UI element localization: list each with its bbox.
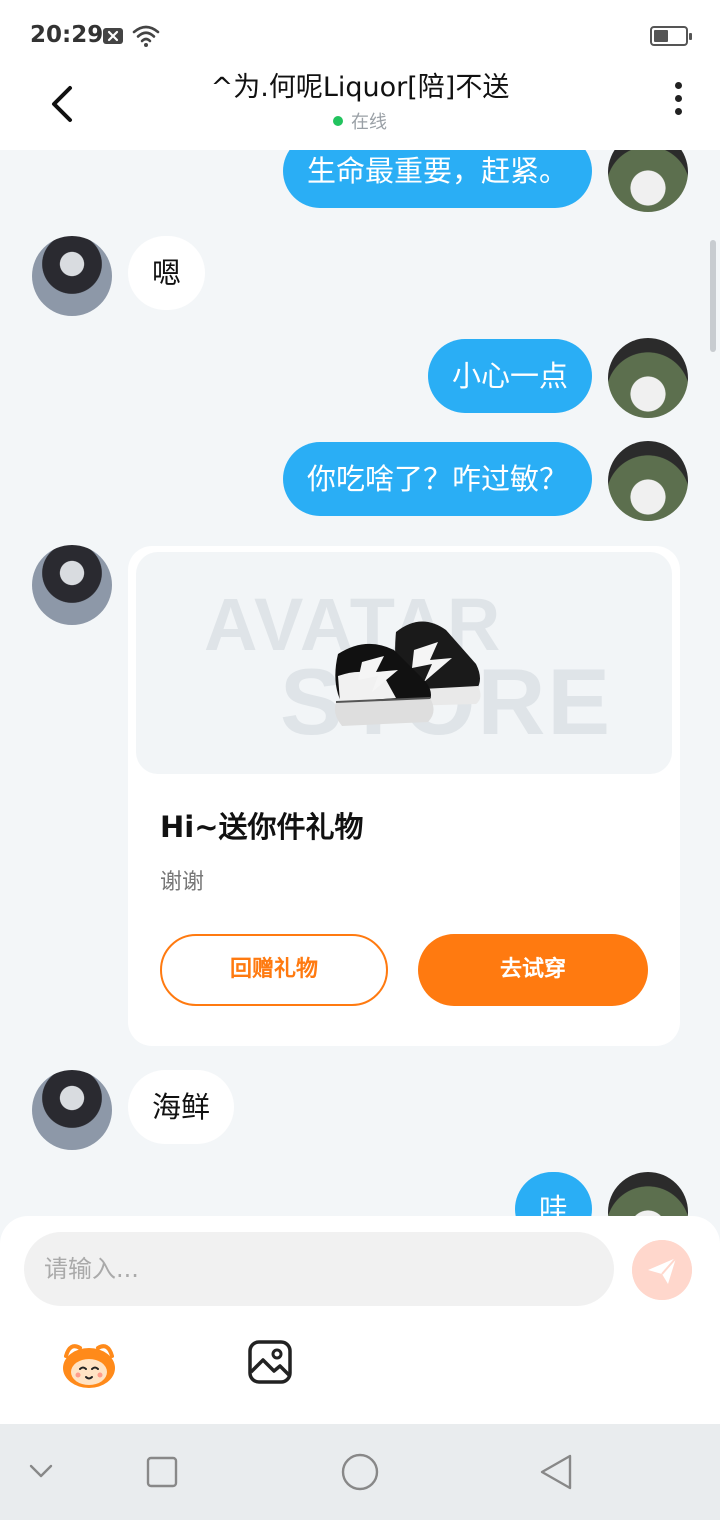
my-avatar[interactable] bbox=[608, 1172, 688, 1216]
gift-image[interactable]: AVATAR STORE bbox=[136, 552, 672, 774]
message-bubble-sent[interactable]: 生命最重要，赶紧。 bbox=[282, 150, 592, 208]
message-bubble-received[interactable]: 嗯 bbox=[128, 236, 206, 310]
status-bar: 20:29 bbox=[0, 0, 720, 70]
scrollbar[interactable] bbox=[710, 240, 716, 352]
online-status: 在线 bbox=[140, 108, 580, 134]
title-block: ^为.何呢Liquor[陪]不送 在线 bbox=[140, 70, 580, 134]
chat-message-list[interactable]: 生命最重要，赶紧。 嗯 小心一点 你吃啥了？咋过敏？ AVATAR STORE bbox=[0, 150, 720, 1216]
status-time: 20:29 bbox=[30, 22, 104, 48]
message-bubble-sent[interactable]: 你吃啥了？咋过敏？ bbox=[282, 442, 592, 516]
online-dot-icon bbox=[333, 116, 343, 126]
contact-avatar[interactable] bbox=[32, 545, 112, 625]
gift-description: 谢谢 bbox=[160, 870, 205, 895]
notification-icon bbox=[103, 28, 123, 44]
chat-title: ^为.何呢Liquor[陪]不送 bbox=[210, 72, 510, 103]
message-bubble-sent[interactable]: 小心一点 bbox=[427, 339, 592, 413]
sneaker-icon bbox=[334, 621, 481, 726]
emoji-mascot-icon[interactable] bbox=[58, 1336, 120, 1390]
try-on-button[interactable]: 去试穿 bbox=[418, 934, 648, 1006]
send-button[interactable] bbox=[632, 1240, 692, 1300]
online-status-label: 在线 bbox=[351, 112, 387, 133]
my-avatar[interactable] bbox=[608, 150, 688, 212]
input-panel bbox=[0, 1216, 720, 1424]
more-options-button[interactable] bbox=[672, 82, 684, 122]
nav-home-button[interactable] bbox=[340, 1452, 380, 1492]
gift-title: Hi~送你件礼物 bbox=[160, 810, 364, 844]
nav-collapse-button[interactable] bbox=[28, 1462, 54, 1480]
my-avatar[interactable] bbox=[608, 441, 688, 521]
system-nav-bar bbox=[0, 1424, 720, 1520]
gift-card: AVATAR STORE Hi~送你件礼物 谢谢 回赠礼物 去试穿 bbox=[128, 546, 680, 1046]
chat-header: ^为.何呢Liquor[陪]不送 在线 bbox=[0, 70, 720, 150]
nav-recents-button[interactable] bbox=[146, 1456, 178, 1488]
message-input[interactable] bbox=[24, 1232, 614, 1306]
message-bubble-sent[interactable]: 哇 bbox=[514, 1172, 592, 1216]
nav-back-button[interactable] bbox=[538, 1452, 574, 1492]
message-bubble-received[interactable]: 海鲜 bbox=[128, 1070, 235, 1144]
contact-avatar[interactable] bbox=[32, 1070, 112, 1150]
battery-icon bbox=[650, 26, 692, 46]
contact-avatar[interactable] bbox=[32, 236, 112, 316]
back-button[interactable] bbox=[40, 80, 88, 128]
wifi-icon bbox=[132, 25, 160, 47]
return-gift-button[interactable]: 回赠礼物 bbox=[160, 934, 388, 1006]
image-picker-icon[interactable] bbox=[246, 1338, 294, 1386]
my-avatar[interactable] bbox=[608, 338, 688, 418]
